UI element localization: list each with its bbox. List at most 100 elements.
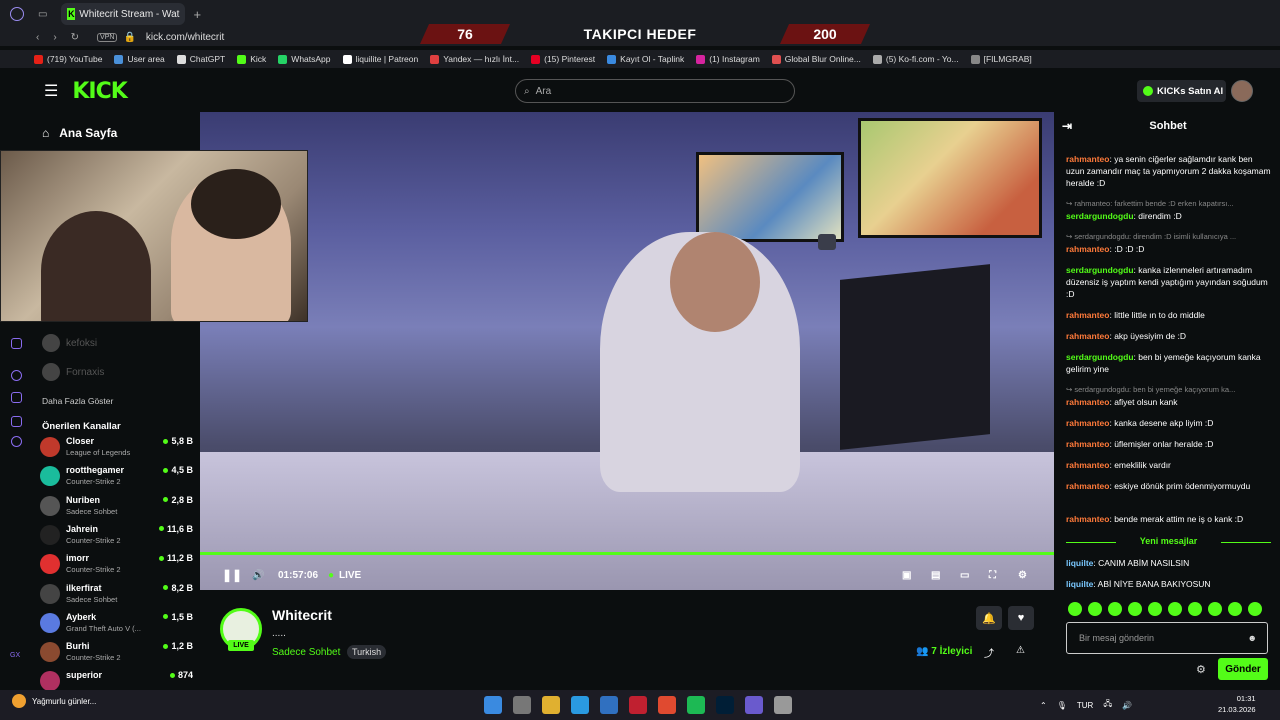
vpn-badge[interactable]: VPN xyxy=(97,32,118,42)
emote-icon[interactable] xyxy=(1248,602,1262,616)
fullscreen-icon[interactable]: ⛶ xyxy=(989,570,996,581)
bookmark-item[interactable]: liquilite | Patreon xyxy=(342,54,418,64)
pause-icon[interactable]: ❚❚ xyxy=(222,568,242,582)
notification-bell-button[interactable]: 🔔 xyxy=(976,606,1002,630)
emote-icon[interactable] xyxy=(1148,602,1162,616)
chat-message[interactable]: rahmanteo: ya senin ciğerler sağlamdır k… xyxy=(1066,153,1271,189)
emote-icon[interactable] xyxy=(1208,602,1222,616)
report-icon[interactable]: ⚠ xyxy=(1016,645,1025,656)
collapse-chat-icon[interactable]: ⇥ xyxy=(1062,119,1072,133)
chat-message-input[interactable]: Bir mesaj gönderin ☻ xyxy=(1066,622,1268,654)
chat-settings-icon[interactable]: ⚙ xyxy=(1196,663,1206,676)
chat-username[interactable]: liquilte xyxy=(1066,579,1093,589)
task-view-icon[interactable] xyxy=(513,696,531,714)
file-explorer-icon[interactable] xyxy=(542,696,560,714)
chat-message[interactable]: rahmanteo: emeklilik vardır xyxy=(1066,459,1271,471)
send-button[interactable]: Gönder xyxy=(1218,658,1268,680)
network-icon[interactable]: 🖧 xyxy=(1103,698,1112,712)
theater-icon[interactable]: ▭ xyxy=(960,570,969,581)
chat-username[interactable]: rahmanteo xyxy=(1066,310,1109,320)
bookmark-item[interactable]: (15) Pinterest xyxy=(531,54,595,64)
chat-username[interactable]: rahmanteo xyxy=(1066,460,1109,470)
chat-message[interactable]: rahmanteo: üflemişler onlar heralde :D xyxy=(1066,438,1271,450)
chat-username[interactable]: serdargundogdu xyxy=(1066,265,1134,275)
browser-tab[interactable]: K Whitecrit Stream - Wat xyxy=(61,3,186,25)
kick-logo[interactable]: KICK xyxy=(72,79,127,104)
twitch-icon[interactable] xyxy=(11,338,22,349)
chat-username[interactable]: serdargundogdu xyxy=(1066,211,1134,221)
suggested-channel[interactable]: ilkerfirat Sadece Sohbet 8,2 B xyxy=(40,581,195,609)
play-icon[interactable] xyxy=(11,370,22,381)
bookmark-item[interactable]: WhatsApp xyxy=(278,54,331,64)
chat-message[interactable]: serdargundogdu: kanka izlenmeleri artıra… xyxy=(1066,264,1271,300)
new-tab-button[interactable]: + xyxy=(193,7,201,22)
miniplayer-icon[interactable]: ▣ xyxy=(902,570,911,581)
video-player[interactable] xyxy=(200,112,1054,590)
volume-icon[interactable]: 🔊 xyxy=(252,570,264,581)
settings-gear-icon[interactable]: ⚙ xyxy=(1018,570,1027,581)
emote-icon[interactable] xyxy=(1168,602,1182,616)
chat-username[interactable]: rahmanteo xyxy=(1066,397,1109,407)
home-nav-item[interactable]: ⌂ Ana Sayfa xyxy=(42,126,117,140)
suggested-channel[interactable]: Jahrein Counter-Strike 2 11,6 B xyxy=(40,522,195,550)
chat-message[interactable]: rahmanteo: bende merak attim ne iş o kan… xyxy=(1066,513,1271,525)
emote-icon[interactable] xyxy=(1088,602,1102,616)
weather-widget[interactable]: Yağmurlu günler... xyxy=(12,694,96,708)
share-icon[interactable]: ⤴ xyxy=(984,645,994,660)
chat-username[interactable]: rahmanteo xyxy=(1066,244,1109,254)
chat-message[interactable]: serdargundogdu: direndim :D xyxy=(1066,210,1271,222)
chat-username[interactable]: rahmanteo xyxy=(1066,481,1109,491)
stream-category[interactable]: Sadece Sohbet xyxy=(272,647,340,658)
bookmark-item[interactable]: (5) Ko-fi.com - Yo... xyxy=(872,54,959,64)
follow-heart-button[interactable]: ♥ xyxy=(1008,606,1034,630)
suggested-channel[interactable]: Burhi Counter-Strike 2 1,2 B xyxy=(40,639,195,667)
suggested-channel[interactable]: Nuriben Sadece Sohbet 2,8 B xyxy=(40,493,195,521)
emote-icon[interactable] xyxy=(1068,602,1082,616)
volume-tray-icon[interactable]: 🔊 xyxy=(1122,701,1132,710)
chat-message[interactable]: rahmanteo: akp üyesiyim de :D xyxy=(1066,330,1271,342)
chat-icon[interactable] xyxy=(11,392,22,403)
bookmark-item[interactable]: (1) Instagram xyxy=(696,54,760,64)
chat-message[interactable]: liquilte: CANIM ABİM NASILSIN xyxy=(1066,557,1271,569)
followed-channel[interactable]: Fornaxis xyxy=(42,363,104,381)
emote-icon[interactable] xyxy=(1108,602,1122,616)
language-tag[interactable]: Turkish xyxy=(347,645,387,659)
emote-icon[interactable] xyxy=(1188,602,1202,616)
bookmark-item[interactable]: (719) YouTube xyxy=(34,54,102,64)
emoji-picker-icon[interactable]: ☻ xyxy=(1248,633,1257,643)
url-input[interactable]: kick.com/whitecrit xyxy=(146,32,224,43)
streamer-name[interactable]: Whitecrit xyxy=(272,607,332,623)
bookmark-item[interactable]: ChatGPT xyxy=(176,54,225,64)
suggested-channel[interactable]: rootthegamer Counter-Strike 2 4,5 B xyxy=(40,463,195,491)
tray-chevron-icon[interactable]: ⌃ xyxy=(1040,701,1047,710)
bookmark-item[interactable]: Kick xyxy=(237,54,266,64)
gx-icon[interactable]: GX xyxy=(10,652,20,659)
bookmark-item[interactable]: Global Blur Online... xyxy=(771,54,861,64)
chat-message[interactable]: rahmanteo: afiyet olsun kank xyxy=(1066,396,1271,408)
photoshop-icon[interactable] xyxy=(716,696,734,714)
live-label[interactable]: LIVE xyxy=(339,570,361,581)
suggested-channel[interactable]: imorr Counter-Strike 2 11,2 B xyxy=(40,551,195,579)
search-input[interactable]: ⌕ Ara xyxy=(515,79,795,103)
edge-icon[interactable] xyxy=(571,696,589,714)
chat-message[interactable]: serdargundogdu: ben bi yemeğe kaçıyorum … xyxy=(1066,351,1271,375)
show-more-link[interactable]: Daha Fazla Göster xyxy=(42,396,113,406)
pip-icon[interactable] xyxy=(818,234,836,250)
mail-icon[interactable] xyxy=(600,696,618,714)
hamburger-menu-icon[interactable]: ☰ xyxy=(44,81,58,101)
suggested-channel[interactable]: Ayberk Grand Theft Auto V (... 1,5 B xyxy=(40,610,195,638)
bookmark-item[interactable]: Kayıt Ol - Taplink xyxy=(607,54,684,64)
discord-app-icon[interactable] xyxy=(774,696,792,714)
chat-message[interactable]: liquilte: ABİ NİYE BANA BAKIYOSUN xyxy=(1066,578,1271,590)
clip-icon[interactable]: ▤ xyxy=(931,570,940,581)
chat-message[interactable]: rahmanteo: :D :D :D xyxy=(1066,243,1271,255)
discord-icon[interactable] xyxy=(11,416,22,427)
buy-kicks-button[interactable]: KICKs Satın Al xyxy=(1137,80,1226,102)
spotify-icon[interactable] xyxy=(687,696,705,714)
emote-icon[interactable] xyxy=(1228,602,1242,616)
lang-indicator[interactable]: TUR xyxy=(1077,701,1093,710)
chat-username[interactable]: rahmanteo xyxy=(1066,439,1109,449)
settings-icon[interactable] xyxy=(11,436,22,447)
chat-message[interactable]: rahmanteo: kanka desene akp liyim :D xyxy=(1066,417,1271,429)
emote-icon[interactable] xyxy=(1128,602,1142,616)
